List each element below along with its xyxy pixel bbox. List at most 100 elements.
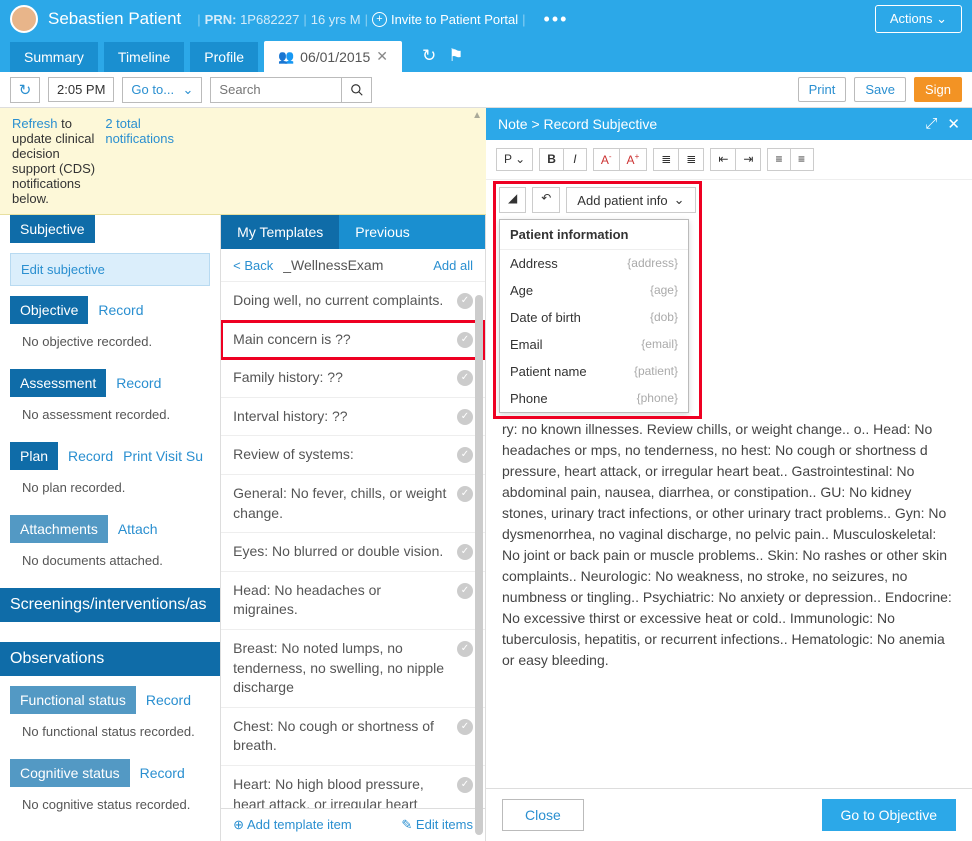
note-panel: Note > Record Subjective ⤢ ✕ P ⌄ BI A-A+…	[486, 108, 972, 841]
check-icon[interactable]: ✓	[457, 332, 473, 348]
search-button[interactable]	[341, 78, 371, 102]
expand-icon[interactable]: ⤢	[925, 115, 937, 133]
section-objective[interactable]: Objective	[10, 296, 88, 324]
check-icon[interactable]: ✓	[457, 641, 473, 657]
pi-row[interactable]: Patient name{patient}	[500, 358, 688, 385]
template-item[interactable]: Eyes: No blurred or double vision.✓	[221, 533, 485, 572]
bullet-list-button[interactable]: ≣	[654, 149, 679, 170]
template-list[interactable]: Doing well, no current complaints.✓Main …	[221, 282, 485, 808]
pi-row[interactable]: Age{age}	[500, 277, 688, 304]
record-link[interactable]: Record	[140, 765, 185, 781]
undo-button[interactable]: ↶	[532, 187, 560, 213]
scrollbar-thumb[interactable]	[475, 295, 483, 835]
font-smaller-button[interactable]: A-	[594, 149, 620, 170]
search-input[interactable]	[211, 78, 341, 102]
section-cognitive[interactable]: Cognitive status	[10, 759, 130, 787]
pi-row[interactable]: Email{email}	[500, 331, 688, 358]
section-plan[interactable]: Plan	[10, 442, 58, 470]
eraser-button[interactable]: ◢	[499, 187, 526, 213]
template-item[interactable]: Heart: No high blood pressure, heart att…	[221, 766, 485, 808]
go-to-objective-button[interactable]: Go to Objective	[822, 799, 957, 831]
invite-link[interactable]: +Invite to Patient Portal	[372, 12, 518, 27]
refresh-button[interactable]: ↻	[10, 77, 40, 103]
history-icon[interactable]: ↻	[422, 46, 436, 66]
print-button[interactable]: Print	[798, 77, 847, 102]
save-button[interactable]: Save	[854, 77, 906, 102]
template-item[interactable]: Doing well, no current complaints.✓	[221, 282, 485, 321]
close-button[interactable]: Close	[502, 799, 584, 831]
attach-link[interactable]: Attach	[118, 521, 158, 537]
template-item[interactable]: Head: No headaches or migraines.✓	[221, 572, 485, 630]
add-patient-info-button[interactable]: Add patient info⌄	[566, 187, 695, 213]
edit-items[interactable]: ✎ Edit items	[401, 817, 473, 833]
collapse-arrow-icon[interactable]: ▲	[472, 110, 482, 121]
template-item[interactable]: Chest: No cough or shortness of breath.✓	[221, 708, 485, 766]
indent-button[interactable]: ⇥	[736, 149, 760, 170]
check-icon[interactable]: ✓	[457, 583, 473, 599]
print-visit-link[interactable]: Print Visit Su	[123, 448, 203, 464]
record-link[interactable]: Record	[116, 375, 161, 391]
pi-row[interactable]: Address{address}	[500, 250, 688, 277]
outdent-button[interactable]: ⇤	[711, 149, 736, 170]
template-item[interactable]: Interval history: ??✓	[221, 398, 485, 437]
section-functional[interactable]: Functional status	[10, 686, 136, 714]
time-display[interactable]: 2:05 PM	[48, 77, 114, 102]
check-icon[interactable]: ✓	[457, 293, 473, 309]
section-screenings[interactable]: Screenings/interventions/as	[0, 588, 220, 622]
check-icon[interactable]: ✓	[457, 447, 473, 463]
template-text: Eyes: No blurred or double vision.	[233, 542, 457, 562]
tab-my-templates[interactable]: My Templates	[221, 215, 339, 249]
notifications-link[interactable]: 2 total notifications	[105, 116, 174, 206]
record-link[interactable]: Record	[98, 302, 143, 318]
section-assessment[interactable]: Assessment	[10, 369, 106, 397]
section-attachments[interactable]: Attachments	[10, 515, 108, 543]
record-link[interactable]: Record	[68, 448, 113, 464]
section-observations[interactable]: Observations	[0, 642, 220, 676]
paragraph-select[interactable]: P ⌄	[497, 149, 532, 170]
template-item[interactable]: Main concern is ??✓	[221, 321, 485, 360]
actions-button[interactable]: Actions ⌄	[875, 5, 962, 33]
record-link[interactable]: Record	[146, 692, 191, 708]
align-right-button[interactable]: ≡	[791, 149, 813, 170]
italic-button[interactable]: I	[564, 149, 586, 170]
templates-panel: My Templates Previous < Back _WellnessEx…	[220, 215, 486, 841]
template-item[interactable]: General: No fever, chills, or weight cha…	[221, 475, 485, 533]
goto-select[interactable]: Go to...⌄	[122, 77, 202, 103]
template-item[interactable]: Breast: No noted lumps, no tenderness, n…	[221, 630, 485, 708]
section-subjective[interactable]: Subjective	[10, 215, 95, 243]
tab-previous[interactable]: Previous	[339, 215, 425, 249]
more-dots-icon[interactable]: •••	[544, 9, 569, 30]
tab-summary[interactable]: Summary	[10, 42, 98, 72]
sign-button[interactable]: Sign	[914, 77, 962, 102]
chevron-down-icon: ⌄	[183, 82, 194, 98]
bold-button[interactable]: B	[540, 149, 564, 170]
tab-profile[interactable]: Profile	[190, 42, 258, 72]
close-icon[interactable]: ✕	[947, 115, 960, 133]
pi-row[interactable]: Date of birth{dob}	[500, 304, 688, 331]
template-item[interactable]: Family history: ??✓	[221, 359, 485, 398]
check-icon[interactable]: ✓	[457, 777, 473, 793]
tab-timeline[interactable]: Timeline	[104, 42, 184, 72]
template-item[interactable]: Review of systems:✓	[221, 436, 485, 475]
pi-row[interactable]: Phone{phone}	[500, 385, 688, 412]
tab-active-visit[interactable]: 👥 06/01/2015 ✕	[264, 41, 402, 72]
number-list-button[interactable]: ≣	[679, 149, 703, 170]
font-larger-button[interactable]: A+	[620, 149, 647, 170]
note-body[interactable]: nts. Chest: No cough or ashes or other s…	[486, 424, 972, 788]
check-icon[interactable]: ✓	[457, 544, 473, 560]
check-icon[interactable]: ✓	[457, 486, 473, 502]
check-icon[interactable]: ✓	[457, 719, 473, 735]
close-icon[interactable]: ✕	[376, 48, 388, 65]
add-template-item[interactable]: ⊕ Add template item	[233, 817, 352, 833]
add-all-link[interactable]: Add all	[433, 258, 473, 273]
age-sex: 16 yrs M	[311, 12, 361, 27]
avatar[interactable]	[10, 5, 38, 33]
back-link[interactable]: < Back	[233, 258, 273, 273]
check-icon[interactable]: ✓	[457, 409, 473, 425]
align-left-button[interactable]: ≡	[768, 149, 790, 170]
flag-icon[interactable]: ⚑	[448, 46, 463, 66]
refresh-link[interactable]: Refresh	[12, 116, 58, 131]
template-name: _WellnessExam	[283, 257, 383, 273]
edit-subjective-button[interactable]: Edit subjective	[10, 253, 210, 286]
check-icon[interactable]: ✓	[457, 370, 473, 386]
